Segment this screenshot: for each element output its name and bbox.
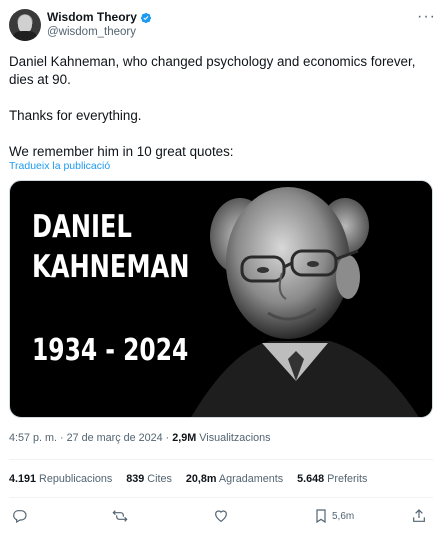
post-text: Daniel Kahneman, who changed psychology … <box>9 53 429 161</box>
reply-button[interactable] <box>12 508 28 524</box>
post-text-line: dies at 90. <box>9 72 71 87</box>
author-block: Wisdom Theory @wisdom_theory <box>47 10 152 40</box>
quotes-count: 839 <box>126 473 145 485</box>
bookmarks-stat[interactable]: 5.648 Preferits <box>297 473 367 485</box>
share-icon <box>413 509 425 522</box>
quotes-stat[interactable]: 839 Cites <box>126 473 172 485</box>
bookmark-button[interactable]: 5,6m <box>313 508 354 524</box>
bookmarks-count: 5.648 <box>297 473 325 485</box>
post-header: Wisdom Theory @wisdom_theory <box>9 8 152 42</box>
like-button[interactable] <box>213 508 229 524</box>
bookmark-icon <box>316 509 326 524</box>
share-button[interactable] <box>411 508 427 524</box>
post-date[interactable]: 27 de març de 2024 <box>67 432 163 444</box>
bookmark-count: 5,6m <box>332 510 355 522</box>
likes-stat[interactable]: 20,8m Agradaments <box>186 473 283 485</box>
meta-separator: · <box>165 432 170 444</box>
post-text-line: We remember him in 10 great quotes: <box>9 144 234 159</box>
image-caption-years: 1934 - 2024 <box>32 333 189 368</box>
views-label: Visualitzacions <box>199 432 271 444</box>
author-name-row[interactable]: Wisdom Theory <box>47 10 152 25</box>
bookmarks-label: Preferits <box>327 473 368 485</box>
divider <box>9 459 433 460</box>
author-handle[interactable]: @wisdom_theory <box>47 25 152 40</box>
likes-count: 20,8m <box>185 473 217 485</box>
divider <box>9 497 433 498</box>
repost-icon <box>112 510 128 522</box>
reposts-stat[interactable]: 4.191 Republicacions <box>9 473 112 485</box>
image-caption-first-name: DANIEL <box>32 209 132 245</box>
reply-icon <box>13 510 27 524</box>
repost-button[interactable] <box>112 508 128 524</box>
post-image[interactable]: DANIEL KAHNEMAN 1934 - 2024 <box>9 180 433 418</box>
action-bar: 5,6m <box>0 505 448 529</box>
more-options-icon[interactable]: ··· <box>417 9 436 25</box>
heart-icon <box>215 510 227 523</box>
likes-label: Agradaments <box>218 473 284 485</box>
post-time[interactable]: 4:57 p. m. <box>9 432 57 444</box>
translate-post-link[interactable]: Tradueix la publicació <box>9 160 110 172</box>
post-metadata: 4:57 p. m. · 27 de març de 2024 · 2,9M V… <box>9 432 271 444</box>
engagement-stats: 4.191 Republicacions 839 Cites 20,8m Agr… <box>9 473 381 485</box>
meta-separator: · <box>60 432 64 444</box>
avatar[interactable] <box>9 9 41 41</box>
verified-badge-icon <box>140 12 152 23</box>
portrait-image <box>170 181 432 417</box>
post-text-line: Daniel Kahneman, who changed psychology … <box>9 54 416 69</box>
views-count: 2,9M <box>172 432 197 444</box>
reposts-count: 4.191 <box>9 473 37 485</box>
author-display-name[interactable]: Wisdom Theory <box>47 10 137 25</box>
post-text-line: Thanks for everything. <box>9 108 142 123</box>
quotes-label: Cites <box>147 473 172 485</box>
reposts-label: Republicacions <box>39 473 113 485</box>
image-caption-last-name: KAHNEMAN <box>32 249 190 285</box>
